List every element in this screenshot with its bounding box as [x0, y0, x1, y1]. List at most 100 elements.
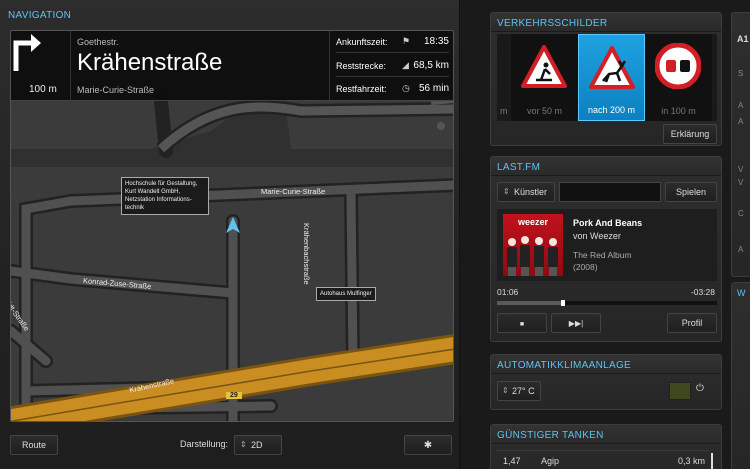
distance-icon: ◢: [402, 60, 409, 70]
edge-label: A1: [737, 34, 749, 44]
poi-line: Hochschule für Gestaltung,: [125, 181, 198, 187]
band-photo-icon: [507, 236, 558, 276]
track-progress-fill: [497, 301, 561, 305]
remaining-time-row: Restfahrzeit: ◷ 56 min: [336, 78, 449, 100]
lastfm-title: LAST.FM: [497, 162, 541, 173]
display-label: Darstellung:: [180, 439, 229, 449]
track-year: (2008): [573, 262, 598, 272]
album-art: weezer: [503, 214, 563, 276]
turn-instruction: 100 m: [11, 31, 71, 101]
temperature-value: 27° C: [512, 386, 535, 396]
trip-info: Ankunftszeit: ⚑ 18:35 Reststrecke: ◢ 68,…: [329, 31, 453, 101]
sign-item[interactable]: in 100 m: [645, 34, 712, 121]
updown-arrows-icon: ⇕: [502, 386, 509, 395]
finish-flag-icon: ⚑: [402, 36, 411, 46]
display-select[interactable]: ⇕ 2D: [234, 435, 282, 455]
fuel-row[interactable]: 1,47 Agip 0,3 km: [497, 450, 709, 469]
poi-callout-hochschule[interactable]: Hochschule für Gestaltung, Kurt Wandelt …: [121, 177, 209, 215]
edge-label: S: [738, 69, 744, 78]
sign-item-label: in 100 m: [661, 106, 696, 116]
turn-distance: 100 m: [29, 84, 57, 95]
edge-label: A: [738, 117, 744, 126]
edge-label: V: [738, 178, 744, 187]
track-album: The Red Album: [573, 250, 632, 260]
stop-button[interactable]: ■: [497, 313, 547, 333]
navigation-title: NAVIGATION: [8, 10, 72, 21]
remaining-distance-label: Reststrecke:: [336, 61, 387, 71]
map-label-kraehenbach: Krähenbachstraße: [302, 223, 311, 285]
gear-icon: ✱: [423, 440, 433, 451]
fuel-card: GÜNSTIGER TANKEN 1,47 Agip 0,3 km: [490, 424, 722, 469]
arrival-value: 18:35: [423, 36, 449, 47]
scrollbar[interactable]: [711, 453, 713, 469]
search-input[interactable]: [559, 182, 661, 202]
edge-label: V: [738, 165, 744, 174]
turn-right-arrow-icon: [13, 34, 41, 71]
climate-status-indicator: [669, 382, 691, 400]
remaining-time-value: 56 min: [418, 83, 449, 94]
traffic-signs-card: VERKEHRSSCHILDER m vor 50 m nach 200 m i…: [490, 12, 722, 146]
route-button[interactable]: Route: [10, 435, 58, 455]
map-label-marie-curie: Marie-Curie-Straße: [261, 187, 326, 196]
track-artist: von Weezer: [573, 231, 621, 241]
updown-arrows-icon: ⇕: [503, 187, 510, 196]
sign-item[interactable]: vor 50 m: [511, 34, 578, 121]
now-playing: weezer Pork And Beans von Weezer The Red…: [497, 209, 717, 281]
profile-button[interactable]: Profil: [667, 313, 717, 333]
updown-arrows-icon: ⇕: [240, 440, 247, 449]
navigation-toolbar: Route Darstellung: ⇕ 2D ✱: [10, 435, 454, 457]
poi-line: technik: [125, 205, 145, 211]
edge-label: C: [738, 209, 744, 218]
edge-label: A: [738, 101, 744, 110]
route-banner: 100 m Goethestr. Krähenstraße Marie-Curi…: [11, 31, 453, 101]
power-icon[interactable]: ⏻: [696, 383, 704, 394]
traffic-signs-title: VERKEHRSSCHILDER: [497, 18, 608, 29]
mode-value: Künstler: [514, 187, 548, 197]
poi-line: Kurt Wandelt GmbH,: [125, 189, 181, 195]
temperature-stepper[interactable]: ⇕ 27° C: [497, 381, 541, 401]
sign-carousel[interactable]: m vor 50 m nach 200 m in 100 m: [497, 34, 717, 121]
climate-title: AUTOMATIKKLIMAANLAGE: [497, 360, 631, 371]
display-value: 2D: [251, 440, 263, 450]
sign-partial-left: m: [497, 34, 511, 121]
sign-partial-right: [712, 34, 717, 121]
remaining-distance-value: 68,5 km: [413, 60, 449, 71]
sign-partial-label: m: [500, 106, 508, 116]
edge-card-top: A1 S A A V V C A: [731, 12, 750, 277]
map-view[interactable]: Marie-Curie-Straße Krähenbachstraße Konr…: [10, 30, 454, 422]
current-street: Krähenstraße: [77, 49, 223, 76]
lastfm-card: LAST.FM ⇕ Künstler Spielen weezer Pork A…: [490, 156, 722, 342]
roadworks-sign-icon: [521, 45, 567, 88]
next-street: Marie-Curie-Straße: [77, 85, 155, 95]
poi-callout-autohaus[interactable]: Autohaus Mulfinger: [316, 287, 376, 301]
fuel-price: 1,47: [503, 456, 521, 466]
remaining-distance-row: Reststrecke: ◢ 68,5 km: [336, 55, 449, 77]
sign-item-active[interactable]: nach 200 m: [578, 34, 645, 121]
next-track-button[interactable]: ▶▶|: [551, 313, 601, 333]
poi-line: Netzstation Informations-: [125, 197, 192, 203]
time-elapsed: 01:06: [497, 287, 519, 297]
stop-icon: ■: [519, 321, 525, 328]
track-title: Pork And Beans: [573, 218, 643, 228]
explain-button[interactable]: Erklärung: [663, 124, 717, 144]
edge-card-bottom: W: [731, 282, 750, 469]
road-number-badge: 29: [226, 392, 242, 399]
mode-select[interactable]: ⇕ Künstler: [497, 182, 555, 202]
climate-card: AUTOMATIKKLIMAANLAGE ⇕ 27° C ⏻: [490, 354, 722, 410]
time-remaining: -03:28: [690, 287, 715, 297]
track-progress-bar[interactable]: [497, 300, 717, 306]
edge-label: W: [737, 288, 746, 298]
album-brand: weezer: [517, 217, 549, 227]
arrival-row: Ankunftszeit: ⚑ 18:35: [336, 31, 449, 53]
deer-crossing-sign-icon: [589, 46, 635, 89]
clock-icon: ◷: [402, 83, 410, 93]
no-overtaking-sign-icon: [655, 43, 701, 89]
sign-item-label: nach 200 m: [587, 105, 636, 115]
sign-item-label: vor 50 m: [526, 106, 562, 116]
play-button[interactable]: Spielen: [665, 182, 717, 202]
skip-next-icon: ▶▶|: [568, 319, 584, 328]
settings-button[interactable]: ✱: [404, 435, 452, 455]
remaining-time-label: Restfahrzeit:: [336, 84, 387, 94]
track-progress-knob[interactable]: [560, 300, 565, 306]
from-street: Goethestr.: [77, 37, 119, 47]
